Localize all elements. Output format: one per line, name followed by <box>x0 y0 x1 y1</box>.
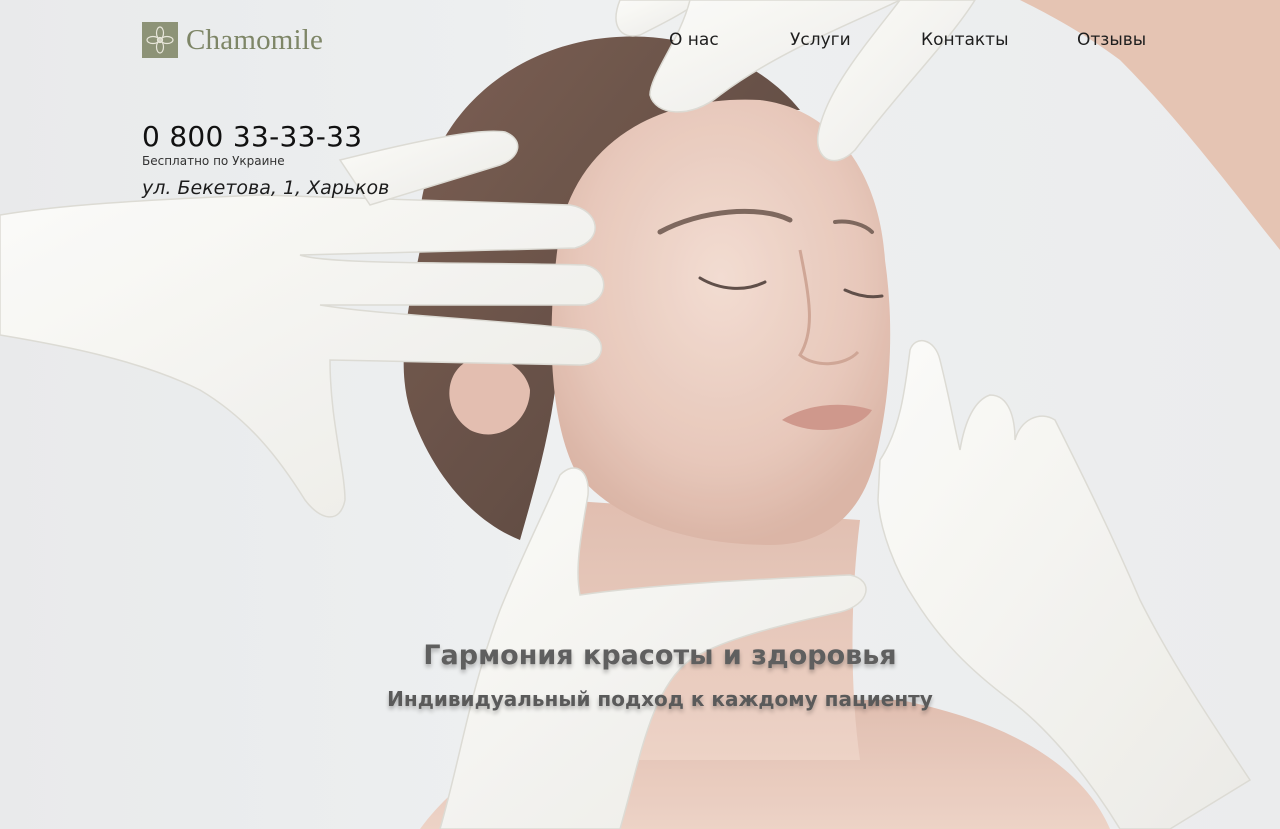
landing-page: Chamomile О нас Услуги Контакты Отзывы 0… <box>0 0 1280 829</box>
main-nav: О нас Услуги Контакты Отзывы <box>0 30 1280 52</box>
nav-link-contacts[interactable]: Контакты <box>921 30 1009 50</box>
nav-link-services[interactable]: Услуги <box>790 30 851 50</box>
nav-link-about[interactable]: О нас <box>669 30 719 50</box>
nav-link-reviews[interactable]: Отзывы <box>1077 30 1146 50</box>
phone-number[interactable]: 0 800 33-33-33 <box>142 120 389 154</box>
address: ул. Бекетова, 1, Харьков <box>142 177 390 199</box>
hero-subtitle: Индивидуальный подход к каждому пациенту <box>387 687 933 711</box>
contact-block: 0 800 33-33-33 Бесплатно по Украине ул. … <box>142 120 389 200</box>
hero-title: Гармония красоты и здоровья <box>423 640 897 671</box>
phone-note: Бесплатно по Украине <box>142 154 285 168</box>
